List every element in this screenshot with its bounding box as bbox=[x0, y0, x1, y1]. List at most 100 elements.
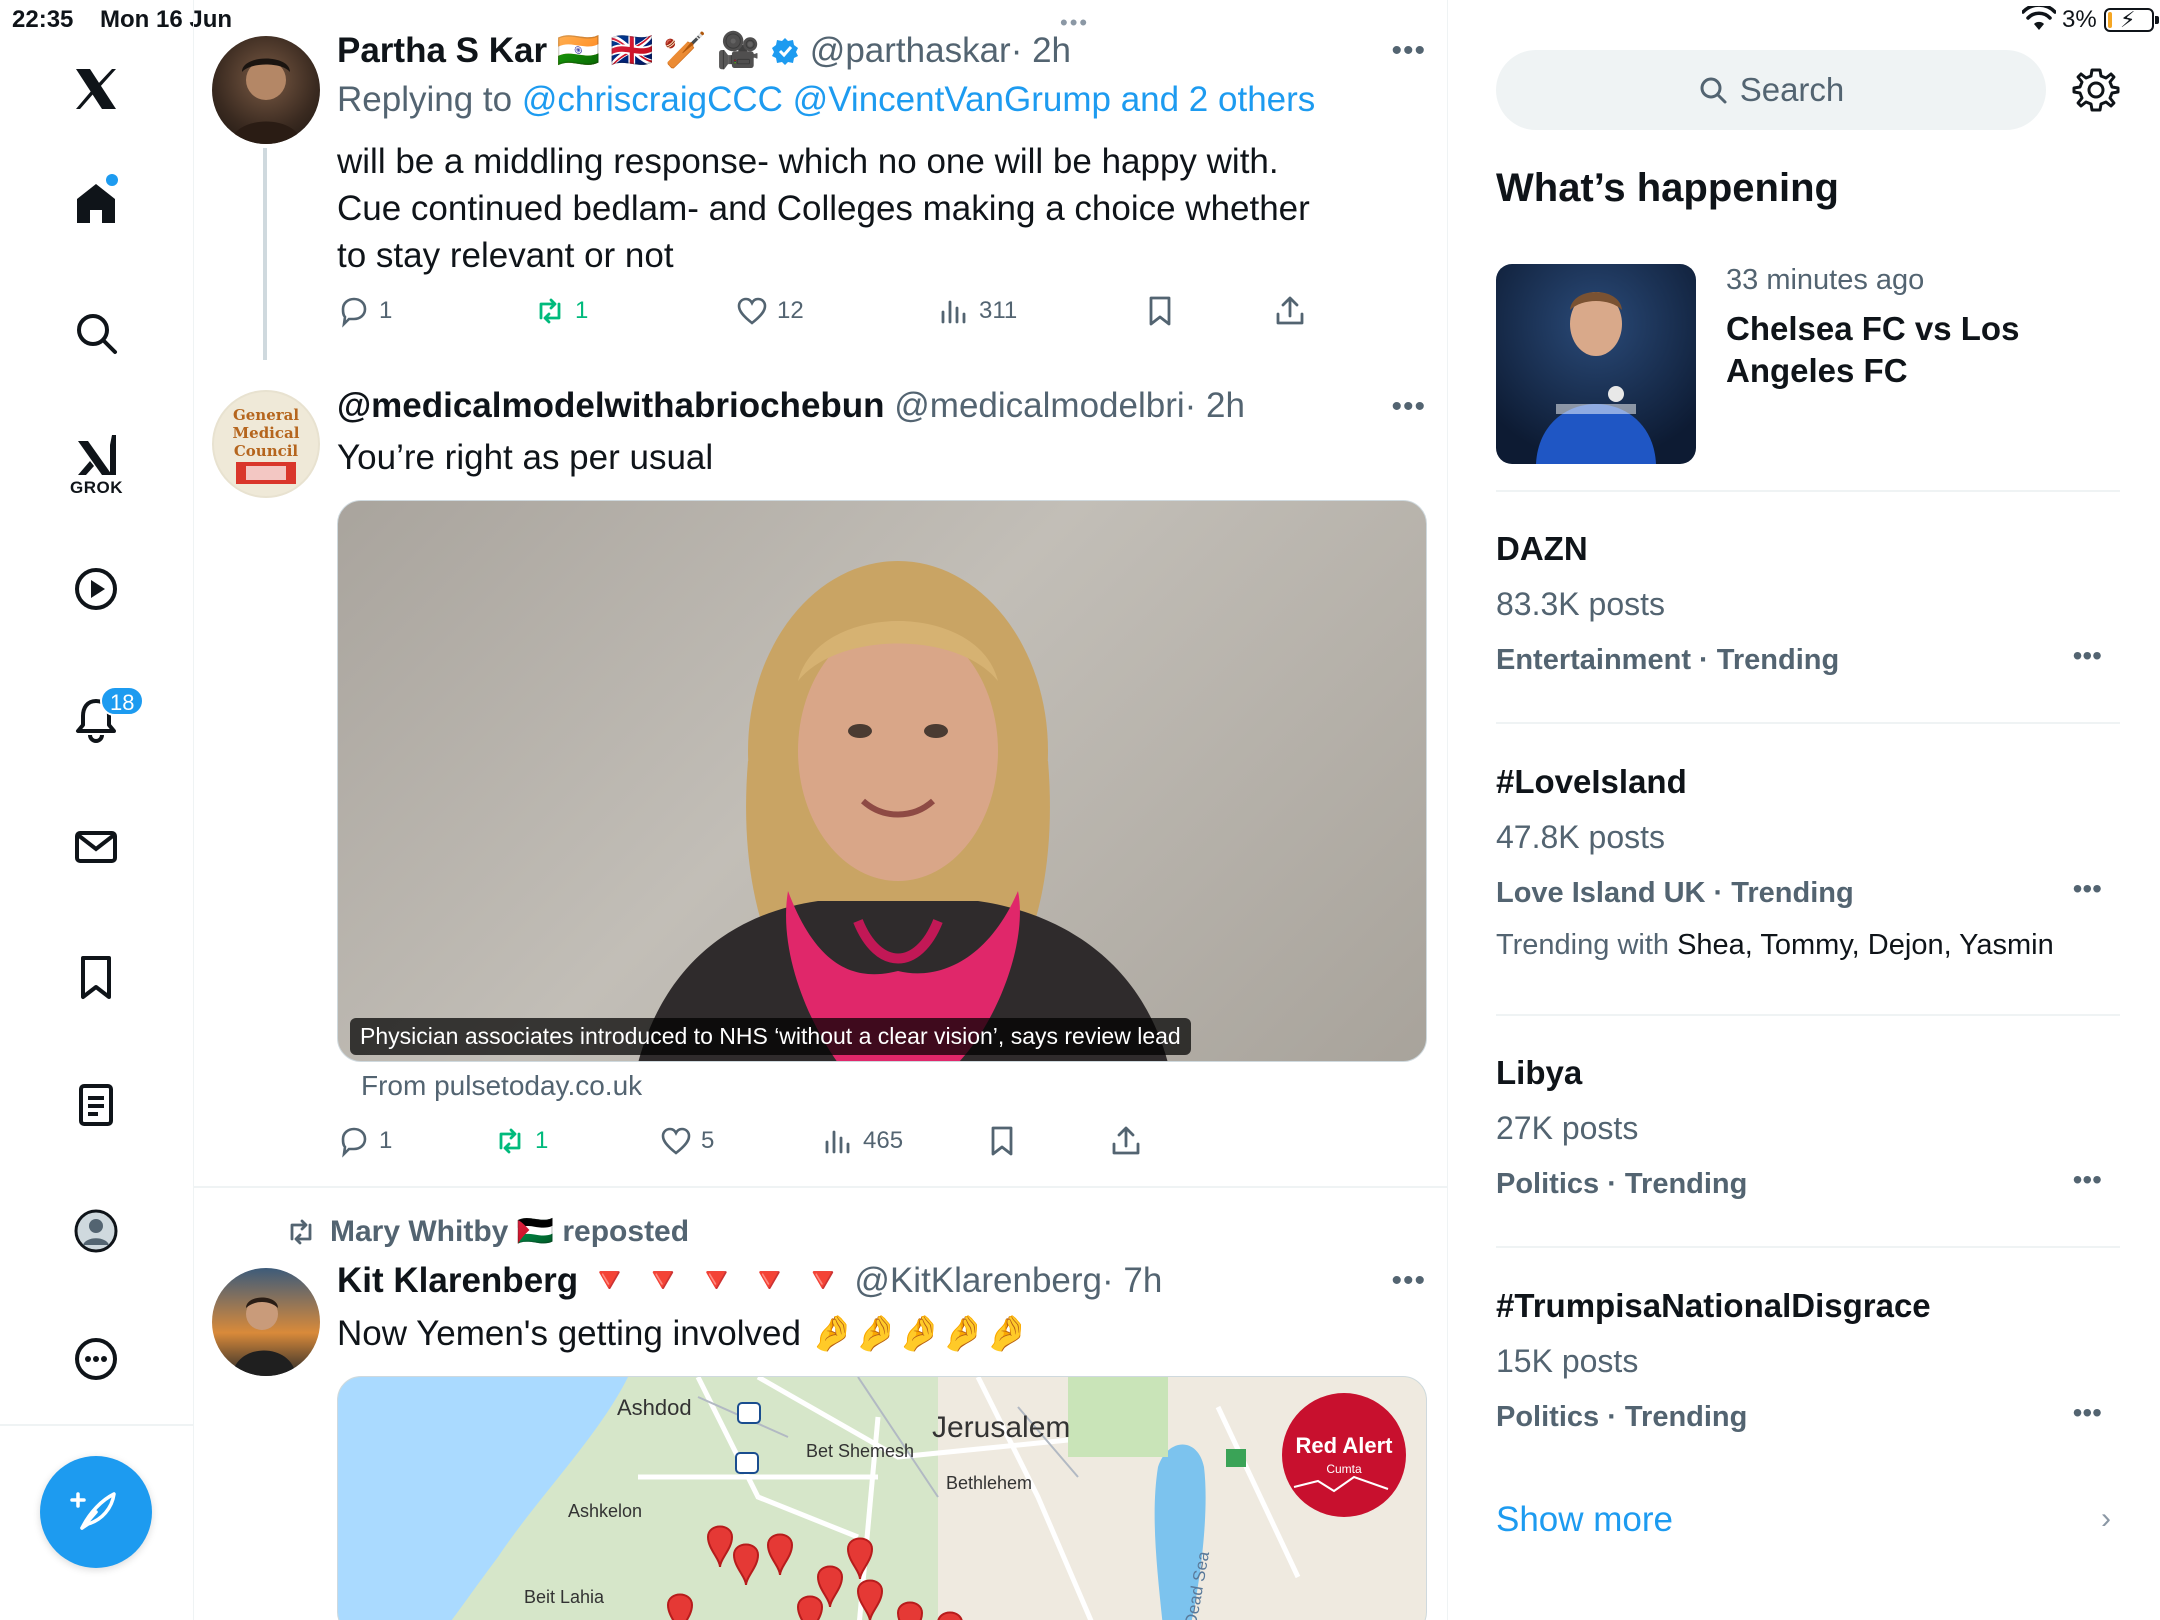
views-count: 311 bbox=[979, 297, 1018, 324]
author-emoji: 🔻 🔻 🔻 🔻 🔻 bbox=[587, 1261, 845, 1300]
news-thumbnail bbox=[1496, 264, 1696, 464]
avatar[interactable]: General Medical Council bbox=[212, 390, 320, 498]
author-handle[interactable]: @KitKlarenberg bbox=[854, 1261, 1102, 1300]
like-button[interactable]: 12 bbox=[735, 294, 804, 328]
trend-count: 47.8K posts bbox=[1496, 819, 1665, 855]
tweet-header: Partha S Kar 🇮🇳 🇬🇧 🏏 🎥 @parthaskar· 2h bbox=[337, 30, 1071, 71]
map-place-label: Jerusalem bbox=[932, 1411, 1070, 1444]
replying-to-links[interactable]: @chriscraigCCC @VincentVanGrump and 2 ot… bbox=[522, 80, 1315, 119]
bookmarks-icon[interactable] bbox=[63, 944, 129, 1010]
author-handle[interactable]: @parthaskar bbox=[810, 31, 1011, 70]
trending-with-names[interactable]: Shea, Tommy, Dejon, Yasmin bbox=[1677, 929, 2054, 961]
trend-count: 15K posts bbox=[1496, 1343, 1639, 1379]
views-button[interactable]: 311 bbox=[937, 294, 1017, 328]
tweet-header: Kit Klarenberg 🔻 🔻 🔻 🔻 🔻 @KitKlarenberg·… bbox=[337, 1260, 1162, 1301]
svg-text:Medical: Medical bbox=[233, 424, 300, 442]
trend-more-icon[interactable]: ••• bbox=[2073, 640, 2102, 672]
author-name[interactable]: @medicalmodelwithabriochebun bbox=[337, 386, 885, 425]
trend-name: Libya bbox=[1496, 1054, 1583, 1091]
bookmark-button[interactable] bbox=[1143, 294, 1177, 328]
share-button[interactable] bbox=[1109, 1124, 1143, 1158]
compose-post-button[interactable] bbox=[40, 1456, 152, 1568]
trend-category: Politics · Trending bbox=[1496, 1401, 1748, 1433]
chevron-right-icon[interactable]: › bbox=[2101, 1502, 2111, 1536]
repost-icon bbox=[539, 298, 561, 324]
author-name[interactable]: Kit Klarenberg bbox=[337, 1261, 578, 1300]
trend-name: DAZN bbox=[1496, 530, 1588, 567]
trend-divider bbox=[1496, 1014, 2120, 1016]
reply-icon bbox=[341, 297, 367, 328]
reply-count: 1 bbox=[379, 297, 393, 324]
tweet-more-icon[interactable]: ••• bbox=[1391, 390, 1426, 424]
timeline: Partha S Kar 🇮🇳 🇬🇧 🏏 🎥 @parthaskar· 2h •… bbox=[194, 0, 1448, 1620]
trend-more-icon[interactable]: ••• bbox=[2073, 873, 2102, 905]
like-button[interactable]: 5 bbox=[659, 1124, 714, 1158]
settings-gear-icon[interactable] bbox=[2072, 66, 2120, 114]
tweet[interactable]: Partha S Kar 🇮🇳 🇬🇧 🏏 🎥 @parthaskar· 2h •… bbox=[194, 0, 1447, 370]
author-name[interactable]: Partha S Kar bbox=[337, 31, 547, 70]
trend-item[interactable]: DAZN 83.3K posts Entertainment · Trendin… bbox=[1496, 530, 2120, 720]
reply-button[interactable]: 1 bbox=[337, 294, 392, 328]
messages-envelope-icon[interactable] bbox=[63, 814, 129, 880]
x-logo-icon[interactable] bbox=[63, 56, 129, 122]
trend-item[interactable]: #TrumpisaNationalDisgrace 15K posts Poli… bbox=[1496, 1287, 2120, 1477]
search-icon bbox=[1700, 77, 1727, 104]
replying-to: Replying to @chriscraigCCC @VincentVanGr… bbox=[337, 80, 1315, 120]
tweet-text: will be a middling response- which no on… bbox=[337, 142, 1310, 275]
lists-icon[interactable] bbox=[63, 1072, 129, 1138]
link-source[interactable]: From pulsetoday.co.uk bbox=[361, 1070, 642, 1102]
more-options-icon[interactable] bbox=[63, 1326, 129, 1392]
author-handle[interactable]: @medicalmodelbri bbox=[894, 386, 1184, 425]
share-button[interactable] bbox=[1273, 294, 1307, 328]
tweet-time[interactable]: · 2h bbox=[1011, 31, 1071, 70]
trend-more-icon[interactable]: ••• bbox=[2073, 1397, 2102, 1429]
reply-button[interactable]: 1 bbox=[337, 1124, 392, 1158]
article-photo bbox=[638, 561, 1168, 1061]
tweet-more-icon[interactable]: ••• bbox=[1391, 34, 1426, 68]
red-alert-title: Red Alert bbox=[1296, 1433, 1394, 1458]
avatar[interactable] bbox=[212, 1268, 320, 1376]
news-item[interactable]: 33 minutes ago Chelsea FC vs Los Angeles… bbox=[1496, 264, 2120, 464]
tweet-more-icon[interactable]: ••• bbox=[1391, 1264, 1426, 1298]
home-icon[interactable] bbox=[63, 170, 129, 236]
bookmark-button[interactable] bbox=[985, 1124, 1019, 1158]
like-count: 5 bbox=[701, 1127, 715, 1154]
section-title: What’s happening bbox=[1496, 166, 1839, 210]
share-icon bbox=[1112, 1126, 1140, 1155]
trending-with: Trending with Shea, Tommy, Dejon, Yasmin bbox=[1496, 929, 2054, 962]
link-card-image[interactable]: Physician associates introduced to NHS ‘… bbox=[337, 500, 1427, 1062]
tweet[interactable]: Mary Whitby 🇵🇸 reposted Kit Klarenberg 🔻… bbox=[194, 1188, 1447, 1620]
views-count: 465 bbox=[863, 1127, 904, 1154]
repost-button[interactable]: 1 bbox=[493, 1124, 548, 1158]
repost-by-label: Mary Whitby 🇵🇸 reposted bbox=[330, 1215, 690, 1248]
share-icon bbox=[1276, 296, 1304, 325]
left-navigation: GROK 18 bbox=[0, 0, 194, 1620]
show-more-link[interactable]: Show more bbox=[1496, 1500, 1673, 1540]
tweet-time[interactable]: · 7h bbox=[1102, 1261, 1162, 1300]
repost-count: 1 bbox=[535, 1127, 549, 1154]
repost-context[interactable]: Mary Whitby 🇵🇸 reposted bbox=[284, 1214, 689, 1249]
tweet[interactable]: General Medical Council @medicalmodelwit… bbox=[194, 370, 1447, 1186]
tweet-text: You’re right as per usual bbox=[337, 438, 714, 477]
explore-search-icon[interactable] bbox=[63, 300, 129, 366]
views-button[interactable]: 465 bbox=[821, 1124, 903, 1158]
repost-button[interactable]: 1 bbox=[533, 294, 588, 328]
trend-more-icon[interactable]: ••• bbox=[2073, 1164, 2102, 1196]
avatar[interactable] bbox=[212, 36, 320, 144]
reply-count: 1 bbox=[379, 1127, 393, 1154]
bookmark-icon bbox=[991, 1126, 1013, 1156]
map-place-label: Ashkelon bbox=[568, 1501, 642, 1521]
repost-icon bbox=[499, 1128, 521, 1154]
trend-count: 27K posts bbox=[1496, 1110, 1639, 1146]
video-play-icon[interactable] bbox=[63, 556, 129, 622]
svg-text:General: General bbox=[233, 406, 299, 424]
views-chart-icon bbox=[941, 300, 966, 324]
profile-avatar-icon[interactable] bbox=[63, 1198, 129, 1264]
map-image[interactable]: Ashdod Bet Shemesh Jerusalem Bethlehem A… bbox=[337, 1376, 1427, 1620]
trend-item[interactable]: Libya 27K posts Politics · Trending ••• bbox=[1496, 1054, 2120, 1244]
map-place-label: Bethlehem bbox=[946, 1473, 1032, 1493]
reply-icon bbox=[341, 1127, 367, 1158]
tweet-time[interactable]: · 2h bbox=[1185, 386, 1245, 425]
search-input[interactable]: Search bbox=[1496, 50, 2046, 130]
trend-item[interactable]: #LoveIsland 47.8K posts Love Island UK ·… bbox=[1496, 763, 2120, 1003]
